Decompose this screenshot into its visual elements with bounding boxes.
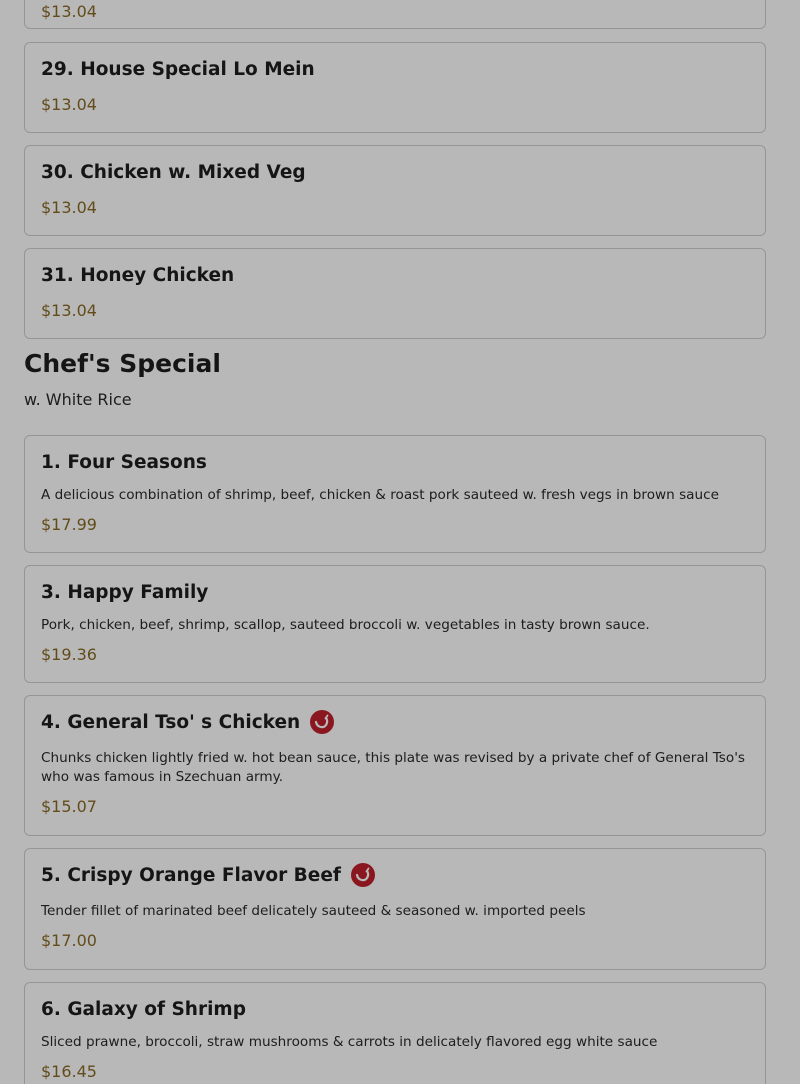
modal-backdrop-overlay[interactable] [0,0,800,1084]
